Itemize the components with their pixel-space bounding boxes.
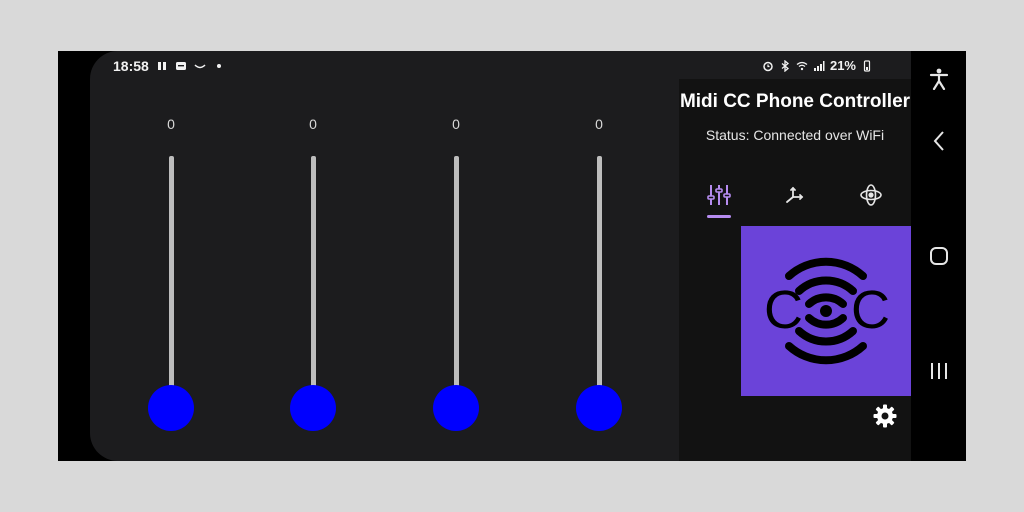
slider-thumb[interactable]	[148, 385, 194, 431]
gear-icon	[873, 404, 897, 428]
axes-icon	[786, 186, 804, 203]
logo-letter-right: C	[851, 280, 890, 340]
tab-axes[interactable]	[775, 175, 815, 215]
slider-value: 0	[167, 116, 175, 132]
slider-track[interactable]	[169, 156, 174, 388]
app-title: Midi CC Phone Controller	[679, 91, 911, 112]
recents-icon	[930, 363, 947, 379]
settings-button[interactable]	[872, 403, 898, 429]
status-bar: 18:58 21%	[58, 51, 911, 81]
slider-value: 0	[309, 116, 317, 132]
status-right: 21%	[762, 58, 873, 73]
cc-slider-2[interactable]: 0	[288, 111, 338, 441]
home-button[interactable]	[911, 236, 966, 276]
sliders-icon	[707, 185, 731, 205]
slider-track[interactable]	[311, 156, 316, 388]
dot-icon	[216, 64, 221, 68]
wireless-logo-icon: C C	[764, 257, 890, 365]
side-panel: Midi CC Phone Controller Status: Connect…	[679, 79, 911, 461]
slider-value: 0	[595, 116, 603, 132]
bluetooth-icon	[781, 59, 789, 72]
app-logo: C C	[741, 226, 911, 396]
logo-letter-left: C	[764, 280, 803, 340]
back-button[interactable]	[911, 121, 966, 161]
signal-icon	[813, 60, 825, 71]
tab-sliders[interactable]	[699, 175, 739, 215]
connection-status: Status: Connected over WiFi	[705, 127, 885, 143]
slider-value: 0	[452, 116, 460, 132]
wifi-icon	[796, 61, 808, 70]
recents-button[interactable]	[911, 351, 966, 391]
home-icon	[929, 247, 948, 265]
back-icon	[933, 131, 944, 151]
tab-indicator	[707, 215, 731, 218]
tab-bar	[679, 175, 911, 219]
cc-slider-4[interactable]: 0	[574, 111, 624, 441]
cc-slider-3[interactable]: 0	[431, 111, 481, 441]
message-icon	[175, 62, 186, 70]
tab-gyro[interactable]	[851, 175, 891, 215]
phone-screen: 18:58 21% 0 0 0 0 Midi CC Phone Controll…	[58, 51, 966, 461]
status-time: 18:58	[113, 58, 149, 74]
slider-thumb[interactable]	[290, 385, 336, 431]
sync-icon	[157, 62, 166, 70]
status-left: 18:58	[113, 58, 225, 74]
accessibility-icon	[929, 68, 948, 90]
gyro-icon	[860, 184, 882, 206]
slider-thumb[interactable]	[576, 385, 622, 431]
wave-icon	[194, 64, 206, 69]
accessibility-button[interactable]	[911, 59, 966, 99]
battery-percent: 21%	[829, 58, 856, 73]
slider-track[interactable]	[454, 156, 459, 388]
battery-icon	[863, 59, 871, 72]
cc-slider-1[interactable]: 0	[146, 111, 196, 441]
navigation-bar	[911, 51, 966, 461]
slider-thumb[interactable]	[433, 385, 479, 431]
alarm-icon	[763, 61, 773, 71]
slider-track[interactable]	[597, 156, 602, 388]
